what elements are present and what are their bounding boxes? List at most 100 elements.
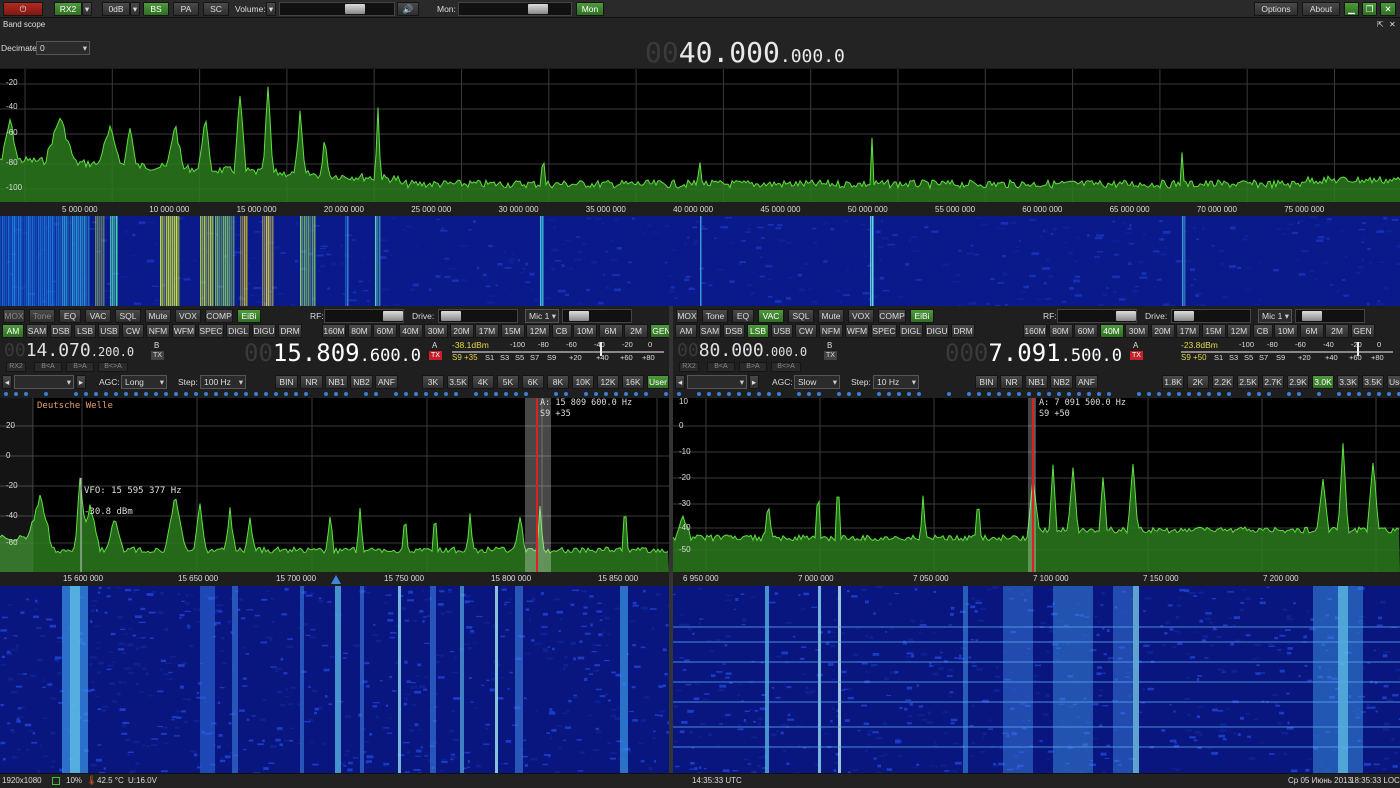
rx2-band-2m[interactable]: 2M [1325,324,1349,338]
rx2-nav-left[interactable]: ◂ [675,375,685,389]
bandscope-waterfall[interactable] [0,216,1400,306]
rx2-band-17m[interactable]: 17M [1176,324,1200,338]
rx2-waterfall[interactable] [673,586,1400,773]
rx1-filter-16k[interactable]: 16K [622,375,644,389]
rx2-vfob-display[interactable]: 0080.000.000.0 [677,340,827,362]
rx2-mode-digl[interactable]: DIGL [899,324,923,338]
rx2-band-6m[interactable]: 6M [1300,324,1324,338]
rx2-mode-nfm[interactable]: NFM [819,324,843,338]
rx1-mode-am[interactable]: AM [2,324,24,338]
rx2-dsp-anf[interactable]: ANF [1075,375,1098,389]
rx2-band-gen[interactable]: GEN [1351,324,1375,338]
mon-slider[interactable] [458,2,572,16]
bandscope-frequency[interactable]: 0040.000.000.0 [645,36,865,66]
rx1-swap-2[interactable]: B>A [66,362,94,372]
about-button[interactable]: About [1302,2,1340,16]
rx1-btn-sql[interactable]: SQL [115,309,141,323]
rx1-dsp-bin[interactable]: BIN [275,375,298,389]
bandscope-spectrum-graph[interactable] [0,69,1400,216]
rx1-band-2m[interactable]: 2M [624,324,648,338]
rx1-btn-mute[interactable]: Mute [145,309,171,323]
rx2-mode-sam[interactable]: SAM [699,324,721,338]
rx1-waterfall[interactable] [0,586,669,773]
rx2-mic-select[interactable]: Mic 1 [1258,309,1292,323]
rx1-mode-sam[interactable]: SAM [26,324,48,338]
rx1-drive-knob[interactable] [441,311,461,321]
rx1-filter-user[interactable]: User [647,375,669,389]
rx1-filter-12k[interactable]: 12K [597,375,619,389]
rx1-mode-wfm[interactable]: WFM [172,324,196,338]
rx2-panadapter[interactable]: A: 7 091 500.0 Hz S9 +50 10 0 -10 -20 -30 -40… [673,398,1400,586]
volume-slider-knob[interactable] [345,4,365,14]
rx1-mode-nfm[interactable]: NFM [146,324,170,338]
rx1-vfob-display[interactable]: 0014.070.200.0 [4,340,154,362]
rx1-vfoa-display[interactable]: 0015.809.600.0 [244,339,434,369]
rx1-band-40m[interactable]: 40M [399,324,423,338]
rx2-agc-select[interactable]: Slow [794,375,840,389]
rx2-dsp-nr[interactable]: NR [1000,375,1023,389]
rx2-band-stack-select[interactable] [687,375,747,389]
rx2-filter-2.7k[interactable]: 2.7K [1262,375,1284,389]
rx2-filter-3.5k[interactable]: 3.5K [1362,375,1384,389]
rx1-band-80m[interactable]: 80M [348,324,372,338]
power-button[interactable]: ⏻ [3,2,43,16]
rx2-mic-knob[interactable] [1302,311,1322,321]
rx2-mode-am[interactable]: AM [675,324,697,338]
rx1-dsp-nr[interactable]: NR [300,375,323,389]
rx2-band-10m[interactable]: 10M [1274,324,1298,338]
rx1-btn-eq[interactable]: EQ [59,309,81,323]
rx1-step-select[interactable]: 100 Hz [200,375,246,389]
rx1-dsp-nb1[interactable]: NB1 [325,375,348,389]
rx2-filter-2k[interactable]: 2K [1187,375,1209,389]
rx1-nav-right[interactable]: ▸ [76,375,86,389]
rx1-filter-4k[interactable]: 4K [472,375,494,389]
rx1-band-12m[interactable]: 12M [526,324,550,338]
rx2-mode-wfm[interactable]: WFM [845,324,869,338]
minimize-button[interactable]: ▁ [1344,2,1359,16]
rx2-band-30m[interactable]: 30M [1125,324,1149,338]
rx1-btn-comp[interactable]: COMP [205,309,233,323]
rx2-btn-tone[interactable]: Tone [702,309,728,323]
rx2-mic-slider[interactable] [1295,309,1365,323]
decimate-select[interactable]: 0 [36,41,90,55]
rx1-mode-drm[interactable]: DRM [278,324,302,338]
volume-slider[interactable] [279,2,395,16]
rx1-band-60m[interactable]: 60M [373,324,397,338]
rx2-btn-vox[interactable]: VOX [848,309,874,323]
rx1-band-15m[interactable]: 15M [501,324,525,338]
bandscope-close-icon[interactable]: ✕ [1389,19,1396,31]
rx1-swap-1[interactable]: B<A [34,362,62,372]
rx2-band-15m[interactable]: 15M [1202,324,1226,338]
rx1-band-stack-select[interactable] [14,375,74,389]
rx1-swap-3[interactable]: B<>A [98,362,128,372]
rx1-btn-eibi[interactable]: EiBi [237,309,261,323]
rx1-mic-slider[interactable] [562,309,632,323]
pa-button[interactable]: PA [173,2,199,16]
rx1-band-10m[interactable]: 10M [573,324,597,338]
rx1-panadapter[interactable]: Deutsche Welle A: 15 809 600.0 Hz S9 +35… [0,398,669,586]
att-button[interactable]: 0dB [102,2,130,16]
rx1-filter-3k[interactable]: 3K [422,375,444,389]
rx1-rf-knob[interactable] [383,311,403,321]
rx1-mode-lsb[interactable]: LSB [74,324,96,338]
rx2-rf-knob[interactable] [1116,311,1136,321]
rx2-mode-dsb[interactable]: DSB [723,324,745,338]
rx2-rf-slider[interactable] [1057,309,1137,323]
rx1-mode-spec[interactable]: SPEC [198,324,224,338]
rx2-btn-mute[interactable]: Mute [818,309,844,323]
rx2-band-160m[interactable]: 160M [1023,324,1047,338]
rx1-agc-select[interactable]: Long [121,375,167,389]
rx2-filter-2.9k[interactable]: 2.9K [1287,375,1309,389]
sc-button[interactable]: SC [203,2,229,16]
rx2-band-60m[interactable]: 60M [1074,324,1098,338]
rx2-filter-2.2k[interactable]: 2.2K [1212,375,1234,389]
rx2-swap-3[interactable]: B<>A [771,362,801,372]
rx2-mode-digu[interactable]: DIGU [925,324,949,338]
rx1-band-20m[interactable]: 20M [450,324,474,338]
rx1-btn-tone[interactable]: Tone [29,309,55,323]
rx1-mode-dsb[interactable]: DSB [50,324,72,338]
rx2-band-12m[interactable]: 12M [1227,324,1251,338]
rx1-mode-usb[interactable]: USB [98,324,120,338]
mon-button[interactable]: Mon [576,2,604,16]
rx2-nav-right[interactable]: ▸ [749,375,759,389]
